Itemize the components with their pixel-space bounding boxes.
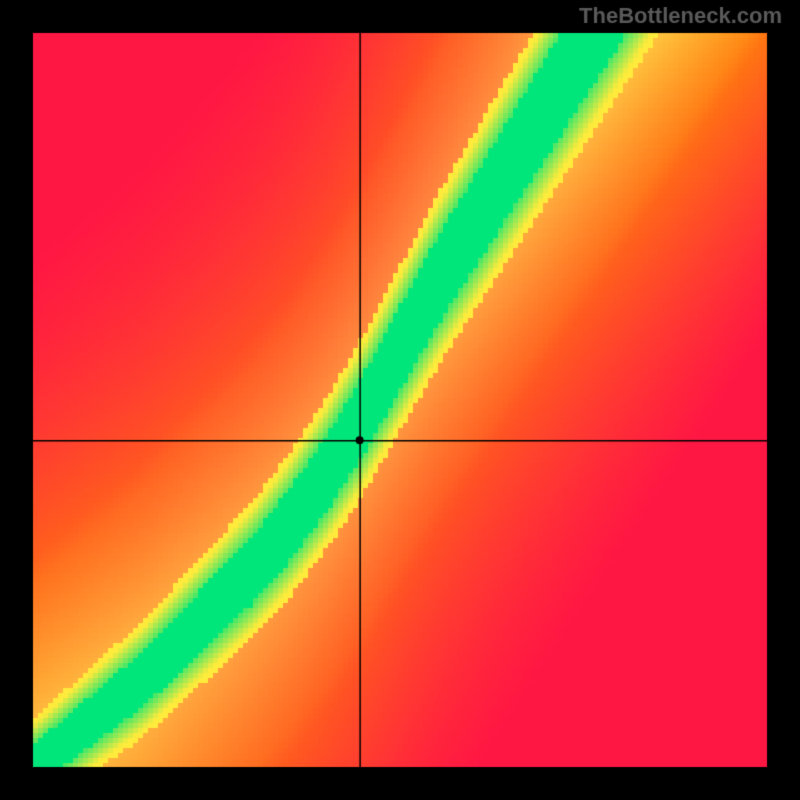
bottleneck-heatmap: [0, 0, 800, 800]
chart-container: [0, 0, 800, 800]
